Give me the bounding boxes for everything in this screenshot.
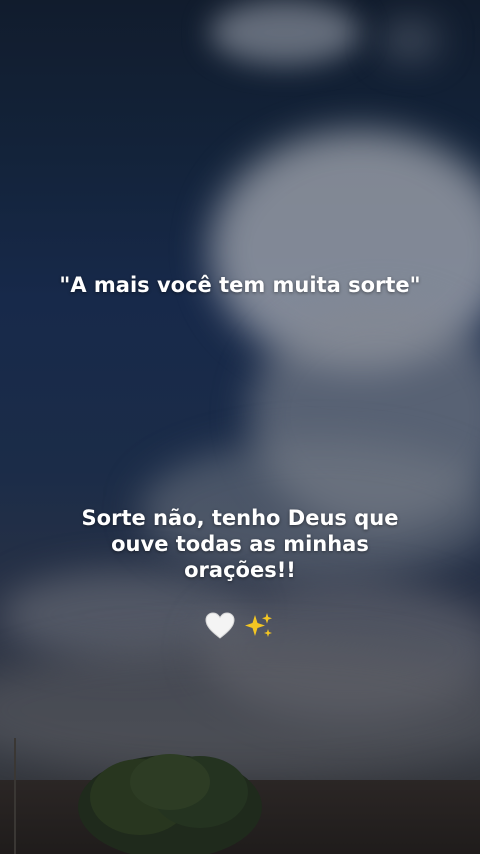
cloud bbox=[210, 130, 480, 370]
quote-text: "A mais você tem muita sorte" bbox=[59, 273, 421, 297]
cloud bbox=[380, 20, 440, 60]
cloud bbox=[200, 580, 480, 720]
cloud bbox=[0, 640, 480, 780]
answer-text: Sorte não, tenho Deus que ouve todas as … bbox=[81, 506, 399, 582]
cloud bbox=[250, 300, 480, 530]
pole bbox=[14, 738, 16, 854]
cloud bbox=[210, 0, 360, 65]
emoji-row bbox=[0, 610, 480, 641]
white-heart-icon bbox=[205, 611, 235, 639]
ground bbox=[0, 780, 480, 854]
background-photo: "A mais você tem muita sorte" Sorte não,… bbox=[0, 0, 480, 854]
sparkles-icon bbox=[245, 612, 273, 637]
